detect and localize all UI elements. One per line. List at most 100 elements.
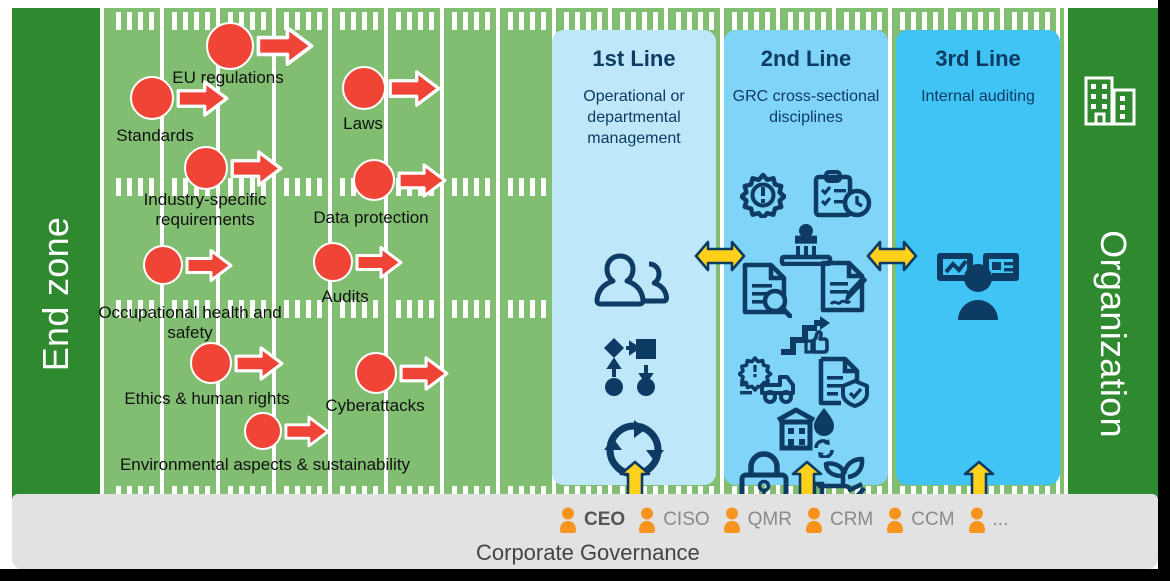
- right-arrow-icon: [355, 245, 403, 279]
- panel-1st-line-subtitle: Operational or departmental management: [583, 88, 685, 147]
- hash-mark: [799, 12, 804, 30]
- hash-mark: [172, 12, 177, 30]
- hash-mark: [922, 12, 927, 30]
- yard-line: [888, 8, 892, 561]
- corporate-governance-caption: Corporate Governance: [476, 540, 700, 565]
- panel-1st-line-title: 1st Line: [592, 46, 676, 71]
- hash-mark: [687, 12, 692, 30]
- hash-mark: [586, 12, 591, 30]
- people-group-icon: [594, 253, 670, 307]
- document-shield-icon: [818, 356, 869, 408]
- governance-role-list: CEO CISO QMR CRM CCM...: [558, 504, 1020, 536]
- governance-role[interactable]: QMR: [722, 507, 792, 533]
- hash-mark: [844, 12, 849, 30]
- risk-label: Environmental aspects & sustainability: [119, 455, 411, 474]
- governance-role[interactable]: CCM: [885, 507, 955, 533]
- governance-role[interactable]: CISO: [637, 507, 710, 533]
- office-building-icon: [1084, 76, 1136, 126]
- hash-mark: [933, 12, 938, 30]
- hash-mark: [452, 12, 457, 30]
- supply-chain-risk-truck-icon: [738, 356, 795, 404]
- hash-mark: [138, 12, 143, 30]
- hash-mark: [127, 12, 132, 30]
- hash-mark: [900, 12, 905, 30]
- risk-label: Laws: [343, 114, 383, 133]
- red-dot-icon: [130, 76, 174, 120]
- right-arrow-icon: [388, 69, 441, 107]
- hash-mark: [967, 12, 972, 30]
- hash-mark: [754, 12, 759, 30]
- audit-clipboard-clock-icon: [813, 170, 872, 218]
- red-dot-icon: [184, 146, 228, 190]
- governance-role-label: CCM: [911, 509, 955, 530]
- red-dot-icon: [342, 66, 386, 110]
- hash-mark: [732, 12, 737, 30]
- hash-mark: [575, 12, 580, 30]
- hash-mark: [474, 178, 479, 196]
- governance-role-label: ...: [992, 509, 1009, 530]
- arrow-1st-to-2nd-line: [694, 240, 746, 272]
- hash-mark: [541, 178, 546, 196]
- hash-mark: [463, 12, 468, 30]
- compliance-steps-thumbup-icon: [781, 316, 830, 355]
- governance-role-label: CISO: [663, 509, 710, 530]
- hash-mark-row: [104, 12, 1064, 30]
- hash-mark: [317, 12, 322, 30]
- hash-mark: [508, 12, 513, 30]
- right-arrow-icon: [176, 79, 229, 117]
- governance-role[interactable]: CRM: [804, 507, 873, 533]
- hash-mark: [676, 12, 681, 30]
- hash-mark: [530, 12, 535, 30]
- hash-mark: [1034, 12, 1039, 30]
- hash-mark: [530, 300, 535, 318]
- red-dot-icon: [353, 159, 395, 201]
- panel-3rd-line[interactable]: 3rd Line Internal auditing: [896, 30, 1060, 485]
- hash-mark: [463, 178, 468, 196]
- person-silhouette-icon: [639, 507, 656, 533]
- hash-mark: [149, 12, 154, 30]
- panel-2nd-line[interactable]: 2nd Line GRC cross-sectional disciplines: [724, 30, 888, 506]
- hash-mark: [452, 178, 457, 196]
- hash-mark: [564, 12, 569, 30]
- hash-mark: [194, 12, 199, 30]
- hash-mark: [340, 178, 345, 196]
- hash-mark: [989, 12, 994, 30]
- hash-mark: [474, 12, 479, 30]
- hash-mark: [295, 178, 300, 196]
- hash-mark: [743, 12, 748, 30]
- hash-mark: [429, 12, 434, 30]
- hash-mark: [530, 178, 535, 196]
- signed-contract-icon: [820, 260, 867, 313]
- hash-mark: [978, 12, 983, 30]
- governance-role[interactable]: ...: [967, 507, 1009, 533]
- governance-role[interactable]: CEO: [558, 507, 625, 533]
- risk-gear-icon: [740, 172, 786, 218]
- hash-mark: [485, 178, 490, 196]
- hash-mark: [541, 300, 546, 318]
- person-silhouette-icon: [805, 507, 822, 533]
- hash-mark: [653, 12, 658, 30]
- hash-mark: [116, 178, 121, 196]
- auditor-dashboard-person-icon: [937, 253, 1019, 320]
- red-dot-icon: [313, 242, 353, 282]
- diagram-canvas: End zone Organization EU regulations Stan…: [0, 0, 1170, 581]
- risk-label: Audits: [321, 287, 369, 306]
- panel-2nd-line-subtitle: GRC cross-sectional disciplines: [732, 88, 880, 126]
- panel-3rd-line-title: 3rd Line: [935, 46, 1021, 71]
- hash-mark: [508, 178, 513, 196]
- panel-2nd-line-icons: [724, 150, 888, 506]
- yard-line: [496, 8, 500, 561]
- hash-mark: [407, 12, 412, 30]
- hash-mark: [956, 12, 961, 30]
- hash-mark: [821, 12, 826, 30]
- panel-3rd-line-icons: [896, 150, 1060, 480]
- risk-label: Occupational health and safety: [98, 303, 282, 342]
- hash-mark: [183, 12, 188, 30]
- hash-mark: [877, 12, 882, 30]
- hash-mark: [284, 178, 289, 196]
- hash-mark: [317, 178, 322, 196]
- person-silhouette-icon: [887, 507, 904, 533]
- panel-1st-line[interactable]: 1st Line Operational or departmental man…: [552, 30, 716, 485]
- process-flow-icon: [604, 338, 656, 396]
- right-arrow-icon: [397, 162, 447, 198]
